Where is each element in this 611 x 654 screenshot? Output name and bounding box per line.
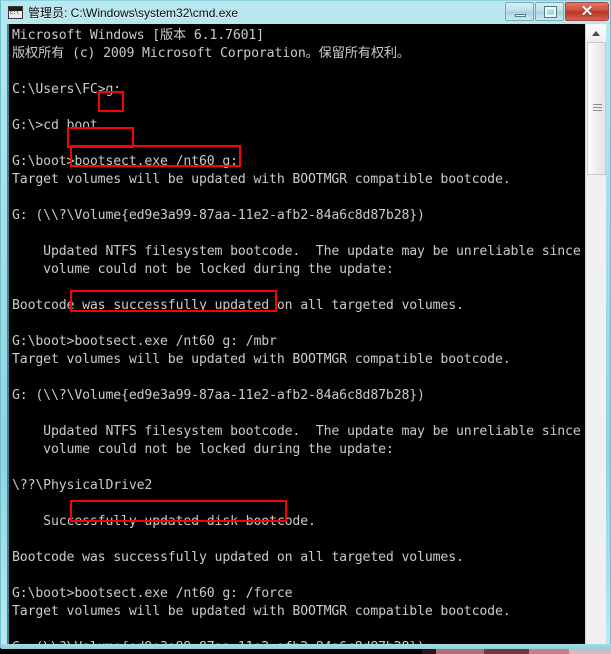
window-bottom-frame: [1, 644, 611, 649]
scroll-thumb[interactable]: [587, 42, 606, 175]
command-prompt-window: 管理员: C:\Windows\system32\cmd.exe ✕ Micro…: [0, 0, 611, 649]
console-line: G:\>cd boot: [12, 118, 98, 133]
minimize-button[interactable]: [505, 2, 534, 21]
console-line: Bootcode was successfully updated on all…: [12, 550, 464, 565]
window-title: 管理员: C:\Windows\system32\cmd.exe: [28, 6, 239, 20]
scroll-grip-icon: [593, 104, 602, 113]
console-line: Target volumes will be updated with BOOT…: [12, 352, 511, 367]
window-titlebar[interactable]: 管理员: C:\Windows\system32\cmd.exe ✕: [1, 1, 611, 24]
console-line: Microsoft Windows [版本 6.1.7601]: [12, 28, 264, 43]
maximize-button[interactable]: [535, 2, 564, 21]
titlebar-left-group: 管理员: C:\Windows\system32\cmd.exe: [8, 4, 238, 21]
console-line: Updated NTFS filesystem bootcode. The up…: [12, 424, 606, 439]
console-line: Updated NTFS filesystem bootcode. The up…: [12, 244, 606, 259]
console-line: Bootcode was successfully updated on all…: [12, 298, 464, 313]
close-icon: ✕: [580, 3, 594, 20]
minimize-icon: [515, 14, 526, 17]
console-line: G: (\\?\Volume{ed9e3a99-87aa-11e2-afb2-8…: [12, 388, 425, 403]
console-line: C:\Users\FC>g:: [12, 82, 122, 97]
console-line: Target volumes will be updated with BOOT…: [12, 172, 511, 187]
console-line: Target volumes will be updated with BOOT…: [12, 604, 511, 619]
console-app-icon: [8, 6, 23, 19]
console-line: G:\boot>bootsect.exe /nt60 g: /mbr: [12, 334, 277, 349]
triangle-up-icon: [592, 31, 600, 36]
console-output: Microsoft Windows [版本 6.1.7601] 版权所有 (c) …: [9, 24, 606, 644]
console-line: G:\boot>bootsect.exe /nt60 g: /force: [12, 586, 293, 601]
console-line: \??\PhysicalDrive2: [12, 478, 153, 493]
console-line: G: (\\?\Volume{ed9e3a99-87aa-11e2-afb2-8…: [12, 208, 425, 223]
console-line: volume could not be locked during the up…: [12, 442, 394, 457]
scroll-up-arrow[interactable]: [586, 24, 606, 42]
console-line: Successfully updated disk bootcode.: [12, 514, 316, 529]
close-button[interactable]: ✕: [565, 2, 609, 21]
console-line: 版权所有 (c) 2009 Microsoft Corporation。保留所有…: [12, 46, 410, 61]
vertical-scrollbar[interactable]: [585, 24, 606, 644]
console-line: G:\boot>bootsect.exe /nt60 g:: [12, 154, 238, 169]
console-line: volume could not be locked during the up…: [12, 262, 394, 277]
maximize-icon: [544, 6, 557, 18]
window-controls: ✕: [504, 2, 609, 21]
console-client-area[interactable]: Microsoft Windows [版本 6.1.7601] 版权所有 (c) …: [7, 24, 606, 644]
